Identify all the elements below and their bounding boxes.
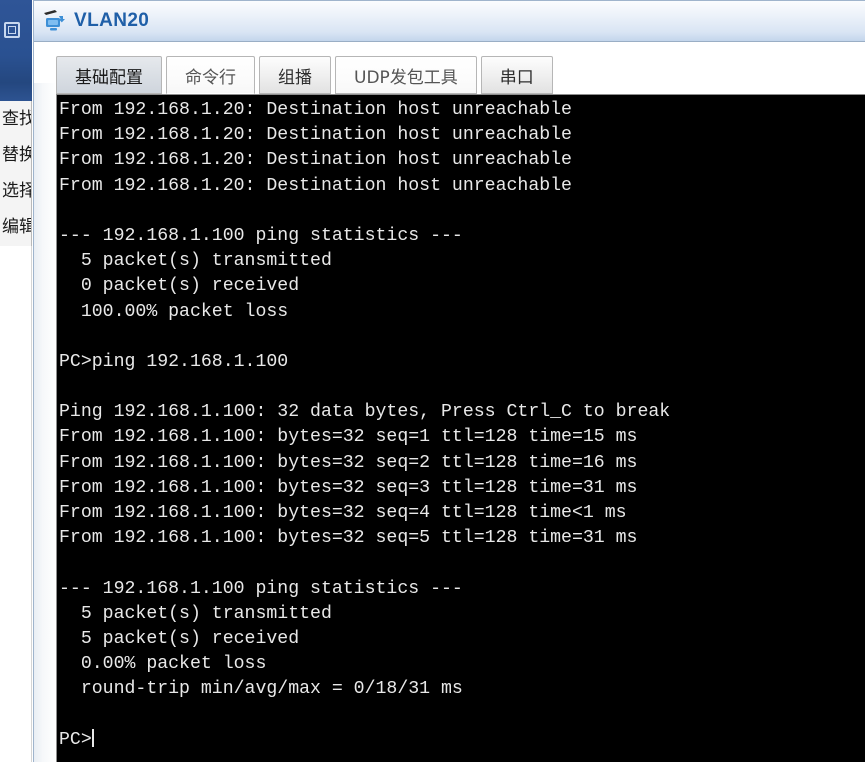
background-menu: 查找 替换 选择 编辑 [0,101,32,246]
terminal-line: 5 packet(s) transmitted [59,251,332,272]
tab-serial-port[interactable]: 串口 [480,56,553,94]
tab-udp-tool[interactable]: UDP发包工具 [335,56,477,94]
window-left-frame [34,83,56,762]
terminal-line: From 192.168.1.100: bytes=32 seq=1 ttl=1… [59,427,638,448]
menu-item-edit[interactable]: 编辑 [0,209,31,245]
window-title: VLAN20 [74,10,150,31]
menu-item-find[interactable]: 查找 [0,101,31,137]
terminal-line: From 192.168.1.20: Destination host unre… [59,125,572,146]
terminal-line: PC>ping 192.168.1.100 [59,351,289,372]
terminal-line: From 192.168.1.100: bytes=32 seq=5 ttl=1… [59,528,638,549]
terminal-line: From 192.168.1.20: Destination host unre… [59,100,572,120]
terminal-line: --- 192.168.1.100 ping statistics --- [59,578,463,599]
tab-bar: 基础配置 命令行 组播 UDP发包工具 串口 [34,42,865,94]
terminal-line: round-trip min/avg/max = 0/18/31 ms [59,679,463,700]
terminal-line: From 192.168.1.20: Destination host unre… [59,150,572,171]
terminal-line: 5 packet(s) received [59,628,300,649]
window-titlebar[interactable]: VLAN20 [34,1,865,42]
terminal-frame: From 192.168.1.20: Destination host unre… [56,94,865,762]
text-cursor [91,728,94,747]
terminal-line: From 192.168.1.100: bytes=32 seq=2 ttl=1… [59,452,638,473]
terminal-output[interactable]: From 192.168.1.20: Destination host unre… [57,95,865,762]
tab-basic-config[interactable]: 基础配置 [56,56,162,94]
terminal-line: 0.00% packet loss [59,654,267,675]
terminal-line: 5 packet(s) transmitted [59,603,332,624]
terminal-line: 100.00% packet loss [59,301,289,322]
terminal-line: From 192.168.1.100: bytes=32 seq=4 ttl=1… [59,503,627,523]
background-canvas [0,246,32,762]
terminal-line: From 192.168.1.100: bytes=32 seq=3 ttl=1… [59,477,638,498]
save-icon[interactable] [4,22,20,38]
menu-item-replace[interactable]: 替换 [0,137,31,173]
terminal-prompt-line[interactable]: PC> [59,728,865,753]
terminal-line: Ping 192.168.1.100: 32 data bytes, Press… [59,402,671,423]
window-body: 基础配置 命令行 组播 UDP发包工具 串口 From 192.168.1.20… [34,42,865,762]
terminal-line: --- 192.168.1.100 ping statistics --- [59,225,463,246]
tab-command-line[interactable]: 命令行 [166,56,255,94]
terminal-line: From 192.168.1.20: Destination host unre… [59,175,572,196]
background-ribbon [0,0,32,101]
screen: 查找 替换 选择 编辑 VLAN20 基础配置 命令行 组播 UDP发包工具 串… [0,0,865,762]
network-pc-icon [42,9,68,33]
vlan-window: VLAN20 基础配置 命令行 组播 UDP发包工具 串口 From 192.1… [33,0,865,762]
tab-multicast[interactable]: 组播 [259,56,331,94]
menu-item-select[interactable]: 选择 [0,173,31,209]
terminal-line: 0 packet(s) received [59,276,300,297]
